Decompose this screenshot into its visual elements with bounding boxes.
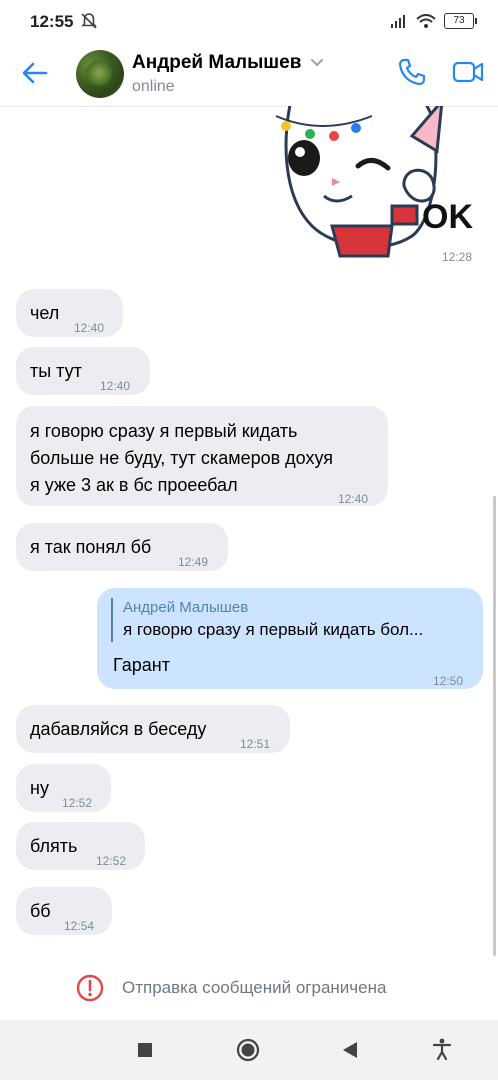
video-camera-icon[interactable] (452, 58, 484, 86)
message-time: 12:52 (96, 854, 127, 868)
wifi-icon (416, 14, 436, 28)
nav-recent-icon[interactable] (137, 1042, 153, 1058)
message-text: блять (30, 836, 78, 856)
message-incoming[interactable]: бб 12:54 (16, 887, 112, 935)
message-text: Гарант (113, 655, 170, 675)
message-list[interactable]: OK 12:28 чел 12:40 ты тут 12:40 я говорю… (0, 106, 498, 958)
message-text: бб (30, 901, 51, 921)
nav-back-icon[interactable] (341, 1041, 359, 1059)
signal-icon (391, 15, 405, 28)
chevron-down-icon[interactable] (310, 58, 324, 68)
avatar[interactable] (76, 50, 124, 98)
message-time: 12:50 (433, 674, 464, 688)
message-outgoing[interactable]: Андрей Малышев я говорю сразу я первый к… (97, 588, 483, 689)
message-time: 12:54 (64, 919, 95, 933)
sticker-text: OK (422, 198, 473, 236)
message-text-line: я уже 3 ак в бс проеебал (30, 475, 238, 495)
message-time: 12:49 (178, 555, 209, 569)
message-text-line: больше не буду, тут скамеров дохуя (30, 448, 334, 468)
message-time: 12:52 (62, 796, 93, 810)
contact-name[interactable]: Андрей Малышев (132, 52, 301, 74)
message-incoming[interactable]: ты тут 12:40 (16, 347, 150, 395)
message-text-line: я говорю сразу я первый кидать (30, 421, 298, 441)
message-text: я так понял бб (30, 537, 152, 557)
accessibility-icon[interactable] (432, 1038, 452, 1060)
message-time: 12:28 (442, 250, 473, 264)
scrollbar[interactable] (493, 496, 496, 956)
message-incoming[interactable]: блять 12:52 (16, 822, 145, 870)
message-time: 12:51 (240, 737, 271, 751)
message-incoming[interactable]: я говорю сразу я первый кидать больше не… (16, 406, 388, 506)
message-incoming[interactable]: я так понял бб 12:49 (16, 523, 228, 571)
message-text: чел (30, 303, 60, 323)
message-incoming[interactable]: чел 12:40 (16, 289, 123, 337)
chat-header: Андрей Малышев online (0, 44, 498, 107)
reply-text: я говорю сразу я первый кидать бол... (123, 620, 424, 639)
contact-status: online (132, 78, 175, 95)
battery-icon: 73 (444, 13, 477, 29)
message-text: ты тут (30, 361, 82, 381)
sticker-cat[interactable]: OK (262, 106, 482, 266)
message-incoming[interactable]: дабавляйся в беседу 12:51 (16, 705, 290, 753)
phone-icon[interactable] (396, 56, 428, 88)
message-incoming[interactable]: ну 12:52 (16, 764, 111, 812)
status-bar: 12:55 73 (0, 0, 498, 44)
alert-circle-icon (76, 974, 104, 1002)
message-time: 12:40 (338, 492, 369, 506)
restriction-text: Отправка сообщений ограничена (122, 978, 387, 997)
status-time: 12:55 (30, 12, 74, 31)
nav-home-icon[interactable] (236, 1038, 260, 1062)
reply-quote[interactable]: Андрей Малышев я говорю сразу я первый к… (111, 598, 463, 642)
mute-bell-icon (81, 13, 97, 29)
message-time: 12:40 (74, 321, 105, 335)
message-text: дабавляйся в беседу (30, 719, 207, 739)
back-arrow-icon[interactable] (20, 58, 50, 88)
reply-author: Андрей Малышев (123, 599, 249, 616)
message-time: 12:40 (100, 379, 131, 393)
restriction-banner: Отправка сообщений ограничена (0, 958, 498, 1020)
message-text: ну (30, 778, 49, 798)
system-nav-bar (0, 1020, 498, 1080)
